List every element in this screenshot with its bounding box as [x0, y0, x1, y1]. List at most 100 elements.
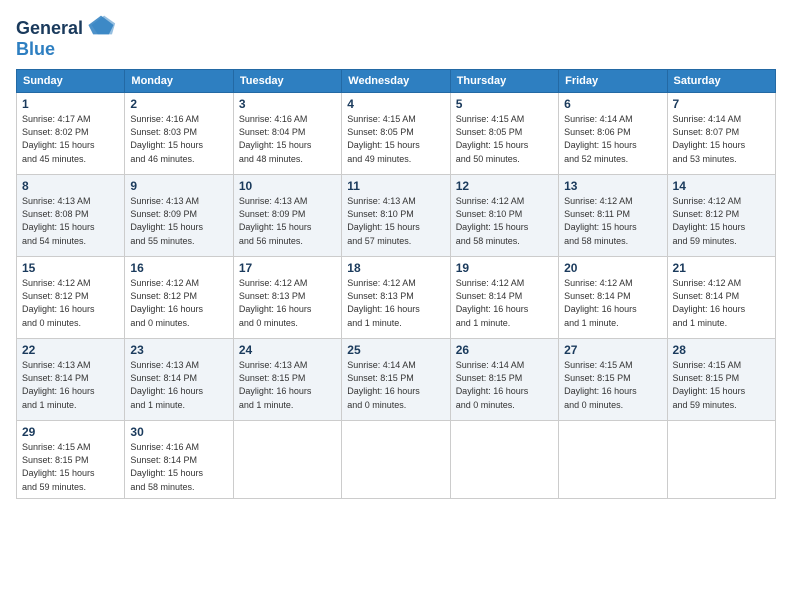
day-number: 1	[22, 97, 119, 111]
calendar-cell: 29 Sunrise: 4:15 AM Sunset: 8:15 PM Dayli…	[17, 421, 125, 498]
day-number: 3	[239, 97, 336, 111]
logo: General Blue	[16, 12, 113, 59]
calendar-cell: 26 Sunrise: 4:14 AM Sunset: 8:15 PM Dayli…	[450, 339, 558, 421]
day-number: 8	[22, 179, 119, 193]
calendar-cell	[559, 421, 667, 498]
calendar-cell: 12 Sunrise: 4:12 AM Sunset: 8:10 PM Dayli…	[450, 175, 558, 257]
calendar-cell: 25 Sunrise: 4:14 AM Sunset: 8:15 PM Dayli…	[342, 339, 450, 421]
weekday-header-sunday: Sunday	[17, 70, 125, 93]
day-number: 7	[673, 97, 770, 111]
day-number: 20	[564, 261, 661, 275]
day-number: 4	[347, 97, 444, 111]
calendar-cell: 13 Sunrise: 4:12 AM Sunset: 8:11 PM Dayli…	[559, 175, 667, 257]
calendar-cell: 16 Sunrise: 4:12 AM Sunset: 8:12 PM Dayli…	[125, 257, 233, 339]
day-detail: Sunrise: 4:16 AM Sunset: 8:14 PM Dayligh…	[130, 441, 227, 493]
weekday-header-monday: Monday	[125, 70, 233, 93]
day-detail: Sunrise: 4:15 AM Sunset: 8:05 PM Dayligh…	[456, 113, 553, 165]
day-number: 25	[347, 343, 444, 357]
day-number: 21	[673, 261, 770, 275]
day-number: 10	[239, 179, 336, 193]
day-number: 26	[456, 343, 553, 357]
day-number: 28	[673, 343, 770, 357]
calendar-cell: 15 Sunrise: 4:12 AM Sunset: 8:12 PM Dayli…	[17, 257, 125, 339]
day-detail: Sunrise: 4:13 AM Sunset: 8:15 PM Dayligh…	[239, 359, 336, 411]
weekday-header-friday: Friday	[559, 70, 667, 93]
calendar-cell: 17 Sunrise: 4:12 AM Sunset: 8:13 PM Dayli…	[233, 257, 341, 339]
day-number: 22	[22, 343, 119, 357]
calendar-cell: 22 Sunrise: 4:13 AM Sunset: 8:14 PM Dayli…	[17, 339, 125, 421]
calendar-cell	[667, 421, 775, 498]
day-detail: Sunrise: 4:14 AM Sunset: 8:15 PM Dayligh…	[456, 359, 553, 411]
day-number: 5	[456, 97, 553, 111]
day-detail: Sunrise: 4:13 AM Sunset: 8:09 PM Dayligh…	[239, 195, 336, 247]
day-detail: Sunrise: 4:15 AM Sunset: 8:15 PM Dayligh…	[564, 359, 661, 411]
calendar-cell	[342, 421, 450, 498]
calendar-cell: 20 Sunrise: 4:12 AM Sunset: 8:14 PM Dayli…	[559, 257, 667, 339]
day-detail: Sunrise: 4:12 AM Sunset: 8:13 PM Dayligh…	[239, 277, 336, 329]
day-detail: Sunrise: 4:15 AM Sunset: 8:05 PM Dayligh…	[347, 113, 444, 165]
day-detail: Sunrise: 4:14 AM Sunset: 8:07 PM Dayligh…	[673, 113, 770, 165]
calendar-cell	[450, 421, 558, 498]
calendar-cell: 9 Sunrise: 4:13 AM Sunset: 8:09 PM Daylig…	[125, 175, 233, 257]
day-number: 9	[130, 179, 227, 193]
day-number: 27	[564, 343, 661, 357]
day-number: 13	[564, 179, 661, 193]
weekday-header-tuesday: Tuesday	[233, 70, 341, 93]
day-detail: Sunrise: 4:12 AM Sunset: 8:14 PM Dayligh…	[456, 277, 553, 329]
calendar-cell: 28 Sunrise: 4:15 AM Sunset: 8:15 PM Dayli…	[667, 339, 775, 421]
day-detail: Sunrise: 4:14 AM Sunset: 8:06 PM Dayligh…	[564, 113, 661, 165]
calendar-cell: 30 Sunrise: 4:16 AM Sunset: 8:14 PM Dayli…	[125, 421, 233, 498]
day-number: 12	[456, 179, 553, 193]
calendar-cell: 5 Sunrise: 4:15 AM Sunset: 8:05 PM Daylig…	[450, 93, 558, 175]
calendar-cell: 19 Sunrise: 4:12 AM Sunset: 8:14 PM Dayli…	[450, 257, 558, 339]
page: General Blue SundayMondayTuesdayWedne	[0, 0, 792, 612]
day-detail: Sunrise: 4:12 AM Sunset: 8:10 PM Dayligh…	[456, 195, 553, 247]
calendar-cell: 1 Sunrise: 4:17 AM Sunset: 8:02 PM Daylig…	[17, 93, 125, 175]
day-detail: Sunrise: 4:13 AM Sunset: 8:09 PM Dayligh…	[130, 195, 227, 247]
calendar-cell: 8Sunrise: 4:13 AM Sunset: 8:08 PM Daylig…	[17, 175, 125, 257]
day-number: 23	[130, 343, 227, 357]
day-number: 17	[239, 261, 336, 275]
calendar-cell: 7 Sunrise: 4:14 AM Sunset: 8:07 PM Daylig…	[667, 93, 775, 175]
calendar-cell: 24 Sunrise: 4:13 AM Sunset: 8:15 PM Dayli…	[233, 339, 341, 421]
day-detail: Sunrise: 4:12 AM Sunset: 8:14 PM Dayligh…	[564, 277, 661, 329]
calendar-cell: 4 Sunrise: 4:15 AM Sunset: 8:05 PM Daylig…	[342, 93, 450, 175]
day-detail: Sunrise: 4:15 AM Sunset: 8:15 PM Dayligh…	[673, 359, 770, 411]
day-detail: Sunrise: 4:12 AM Sunset: 8:12 PM Dayligh…	[130, 277, 227, 329]
calendar-cell: 11 Sunrise: 4:13 AM Sunset: 8:10 PM Dayli…	[342, 175, 450, 257]
day-detail: Sunrise: 4:12 AM Sunset: 8:12 PM Dayligh…	[22, 277, 119, 329]
day-number: 15	[22, 261, 119, 275]
day-number: 19	[456, 261, 553, 275]
day-detail: Sunrise: 4:17 AM Sunset: 8:02 PM Dayligh…	[22, 113, 119, 165]
day-detail: Sunrise: 4:13 AM Sunset: 8:10 PM Dayligh…	[347, 195, 444, 247]
day-detail: Sunrise: 4:13 AM Sunset: 8:14 PM Dayligh…	[22, 359, 119, 411]
day-number: 11	[347, 179, 444, 193]
day-detail: Sunrise: 4:12 AM Sunset: 8:12 PM Dayligh…	[673, 195, 770, 247]
calendar-cell: 18Sunrise: 4:12 AM Sunset: 8:13 PM Dayli…	[342, 257, 450, 339]
day-detail: Sunrise: 4:12 AM Sunset: 8:14 PM Dayligh…	[673, 277, 770, 329]
day-number: 24	[239, 343, 336, 357]
day-detail: Sunrise: 4:16 AM Sunset: 8:03 PM Dayligh…	[130, 113, 227, 165]
calendar-cell: 14Sunrise: 4:12 AM Sunset: 8:12 PM Dayli…	[667, 175, 775, 257]
weekday-header-thursday: Thursday	[450, 70, 558, 93]
calendar: SundayMondayTuesdayWednesdayThursdayFrid…	[16, 69, 776, 498]
calendar-cell: 23 Sunrise: 4:13 AM Sunset: 8:14 PM Dayli…	[125, 339, 233, 421]
weekday-header-wednesday: Wednesday	[342, 70, 450, 93]
day-detail: Sunrise: 4:14 AM Sunset: 8:15 PM Dayligh…	[347, 359, 444, 411]
day-detail: Sunrise: 4:15 AM Sunset: 8:15 PM Dayligh…	[22, 441, 119, 493]
calendar-cell	[233, 421, 341, 498]
calendar-cell: 27 Sunrise: 4:15 AM Sunset: 8:15 PM Dayli…	[559, 339, 667, 421]
weekday-header-saturday: Saturday	[667, 70, 775, 93]
logo-text: General Blue	[16, 12, 113, 59]
day-number: 6	[564, 97, 661, 111]
day-detail: Sunrise: 4:16 AM Sunset: 8:04 PM Dayligh…	[239, 113, 336, 165]
day-number: 16	[130, 261, 227, 275]
day-number: 29	[22, 425, 119, 439]
day-number: 30	[130, 425, 227, 439]
calendar-cell: 21 Sunrise: 4:12 AM Sunset: 8:14 PM Dayli…	[667, 257, 775, 339]
day-detail: Sunrise: 4:12 AM Sunset: 8:11 PM Dayligh…	[564, 195, 661, 247]
header: General Blue	[16, 12, 776, 59]
day-detail: Sunrise: 4:13 AM Sunset: 8:14 PM Dayligh…	[130, 359, 227, 411]
calendar-cell: 10 Sunrise: 4:13 AM Sunset: 8:09 PM Dayli…	[233, 175, 341, 257]
day-number: 2	[130, 97, 227, 111]
